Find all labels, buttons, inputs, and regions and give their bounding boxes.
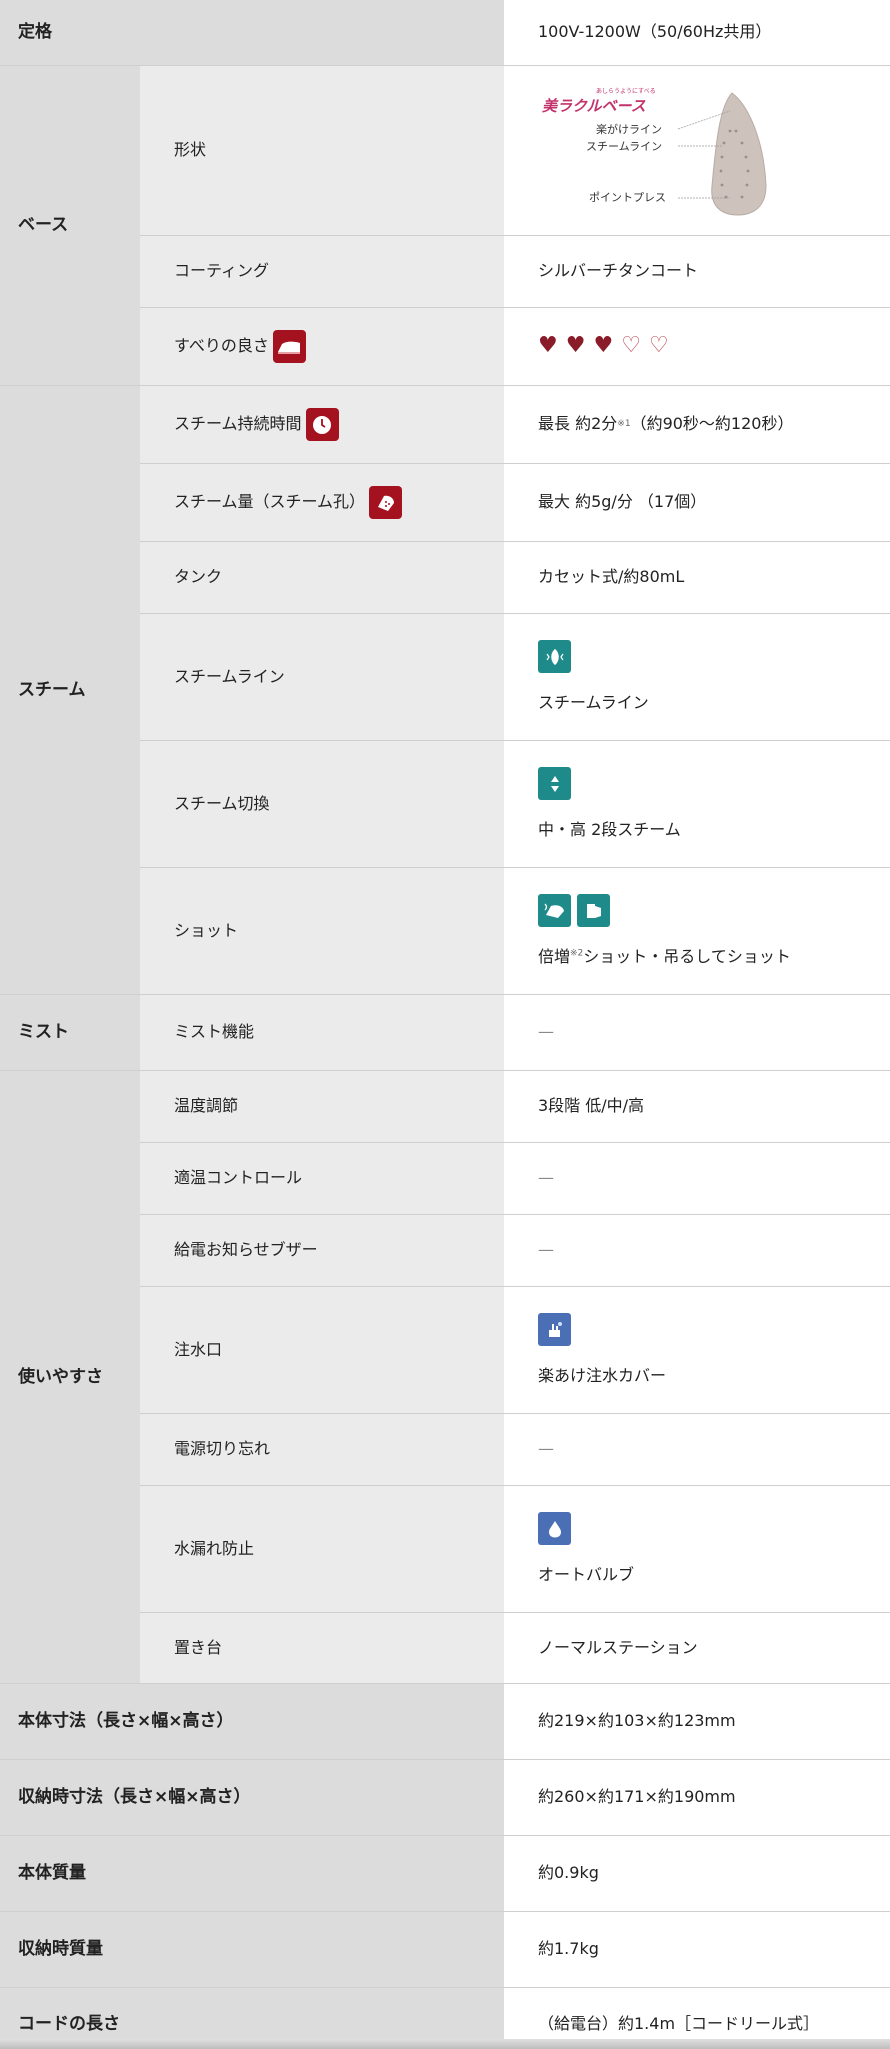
- row-value-stand: ノーマルステーション: [504, 1612, 890, 1683]
- row-value-body-weight: 約0.9kg: [504, 1835, 890, 1911]
- row-label-tank: タンク: [140, 541, 504, 613]
- row-label-steam-amount: スチーム量（スチーム孔）: [140, 463, 504, 541]
- glide-rating: ♥ ♥ ♥ ♡ ♡: [538, 332, 669, 361]
- heart-filled-icon: ♥: [593, 333, 614, 359]
- row-label-stand: 置き台: [140, 1612, 504, 1683]
- note-ref-1: ※1: [617, 418, 631, 429]
- row-value-steam-amount: 最大 約5g/分 （17個）: [504, 463, 890, 541]
- shot-value-prefix: 倍増: [538, 947, 571, 967]
- row-label-leak: 水漏れ防止: [140, 1485, 504, 1612]
- shot-value: ショット・吊るしてショット: [583, 947, 791, 967]
- category-usability: 使いやすさ: [0, 1070, 140, 1683]
- row-value-power-off: —: [504, 1413, 890, 1485]
- row-label-shape: 形状: [140, 65, 504, 235]
- row-value-steam-duration: 最長 約2分 ※1 （約90秒〜約120秒）: [504, 385, 890, 463]
- row-label-temp: 温度調節: [140, 1070, 504, 1142]
- label-line2: スチームライン: [586, 140, 662, 153]
- iron-glide-icon: [272, 330, 306, 363]
- row-value-storage-weight: 約1.7kg: [504, 1911, 890, 1987]
- vertical-shot-icon: [577, 894, 610, 928]
- row-label-inlet: 注水口: [140, 1286, 504, 1413]
- clock-icon: [305, 408, 339, 441]
- row-value-mist: —: [504, 994, 890, 1070]
- row-value-steam-switch: 中・高 2段スチーム: [504, 740, 890, 867]
- steam-duration-label: スチーム持続時間: [174, 414, 302, 434]
- steam-amount-label: スチーム量（スチーム孔）: [174, 492, 366, 512]
- heart-empty-icon: ♡: [621, 333, 641, 359]
- brand-text: 美ラクルベース: [542, 97, 646, 115]
- water-inlet-icon: [538, 1313, 571, 1347]
- steam-holes-icon: [369, 486, 403, 519]
- row-label-buzzer: 給電お知らせブザー: [140, 1214, 504, 1286]
- note-ref-2: ※2: [570, 948, 584, 959]
- bottom-shadow: [0, 2039, 890, 2049]
- row-value-temp: 3段階 低/中/高: [504, 1070, 890, 1142]
- category-base: ベース: [0, 65, 140, 385]
- row-value-inlet: 楽あけ注水カバー: [504, 1286, 890, 1413]
- row-value-storage-size: 約260×約171×約190mm: [504, 1759, 890, 1835]
- steam-switch-value: 中・高 2段スチーム: [538, 820, 681, 840]
- row-value-shot: 倍増※2ショット・吊るしてショット: [504, 867, 890, 994]
- row-label-body-size: 本体寸法（長さ×幅×高さ）: [0, 1683, 504, 1759]
- row-value-shape: あしらうようにすべる 美ラクルベース 楽がけライン スチームライン ポイントプレ…: [504, 65, 890, 235]
- row-label-body-weight: 本体質量: [0, 1835, 504, 1911]
- row-value-buzzer: —: [504, 1214, 890, 1286]
- row-value-rating: 100V-1200W（50/60Hz共用）: [504, 0, 890, 65]
- row-label-shot: ショット: [140, 867, 504, 994]
- iron-base-image: あしらうようにすべる 美ラクルベース 楽がけライン スチームライン ポイントプレ…: [534, 80, 784, 221]
- steam-line-icon: [538, 640, 571, 674]
- inlet-value: 楽あけ注水カバー: [538, 1366, 667, 1386]
- category-mist: ミスト: [0, 994, 140, 1070]
- row-label-storage-size: 収納時寸法（長さ×幅×高さ）: [0, 1759, 504, 1835]
- row-value-steam-line: スチームライン: [504, 613, 890, 740]
- category-steam: スチーム: [0, 385, 140, 994]
- heart-filled-icon: ♥: [538, 333, 558, 359]
- row-value-coating: シルバーチタンコート: [504, 235, 890, 307]
- row-label-steam-line: スチームライン: [140, 613, 504, 740]
- leak-value: オートバルブ: [538, 1565, 635, 1585]
- row-label-coating: コーティング: [140, 235, 504, 307]
- spec-table: 定格 100V-1200W（50/60Hz共用） ベース 形状 あしらうようにす…: [0, 0, 890, 2049]
- heart-empty-icon: ♡: [648, 333, 669, 359]
- label-line3: ポイントプレス: [589, 191, 666, 204]
- row-label-mist: ミスト機能: [140, 994, 504, 1070]
- row-label-rating: 定格: [0, 0, 504, 65]
- row-value-leak: オートバルブ: [504, 1485, 890, 1612]
- row-value-body-size: 約219×約103×約123mm: [504, 1683, 890, 1759]
- steam-switch-icon: [538, 767, 571, 801]
- steam-shot-icon: [538, 894, 571, 928]
- row-value-auto-temp: —: [504, 1142, 890, 1214]
- row-label-auto-temp: 適温コントロール: [140, 1142, 504, 1214]
- row-label-power-off: 電源切り忘れ: [140, 1413, 504, 1485]
- steam-duration-range: （約90秒〜約120秒）: [630, 414, 794, 434]
- label-line1: 楽がけライン: [596, 122, 662, 136]
- row-label-glide: すべりの良さ: [140, 307, 504, 385]
- row-value-glide: ♥ ♥ ♥ ♡ ♡: [504, 307, 890, 385]
- water-drop-icon: [538, 1512, 571, 1546]
- row-label-steam-switch: スチーム切換: [140, 740, 504, 867]
- row-value-tank: カセット式/約80mL: [504, 541, 890, 613]
- heart-filled-icon: ♥: [565, 333, 586, 359]
- steam-line-value: スチームライン: [538, 693, 649, 713]
- row-label-storage-weight: 収納時質量: [0, 1911, 504, 1987]
- row-label-steam-duration: スチーム持続時間: [140, 385, 504, 463]
- glide-label: すべりの良さ: [174, 336, 269, 356]
- brand-small-text: あしらうようにすべる: [596, 88, 656, 95]
- steam-duration-value: 最長 約2分: [538, 414, 618, 434]
